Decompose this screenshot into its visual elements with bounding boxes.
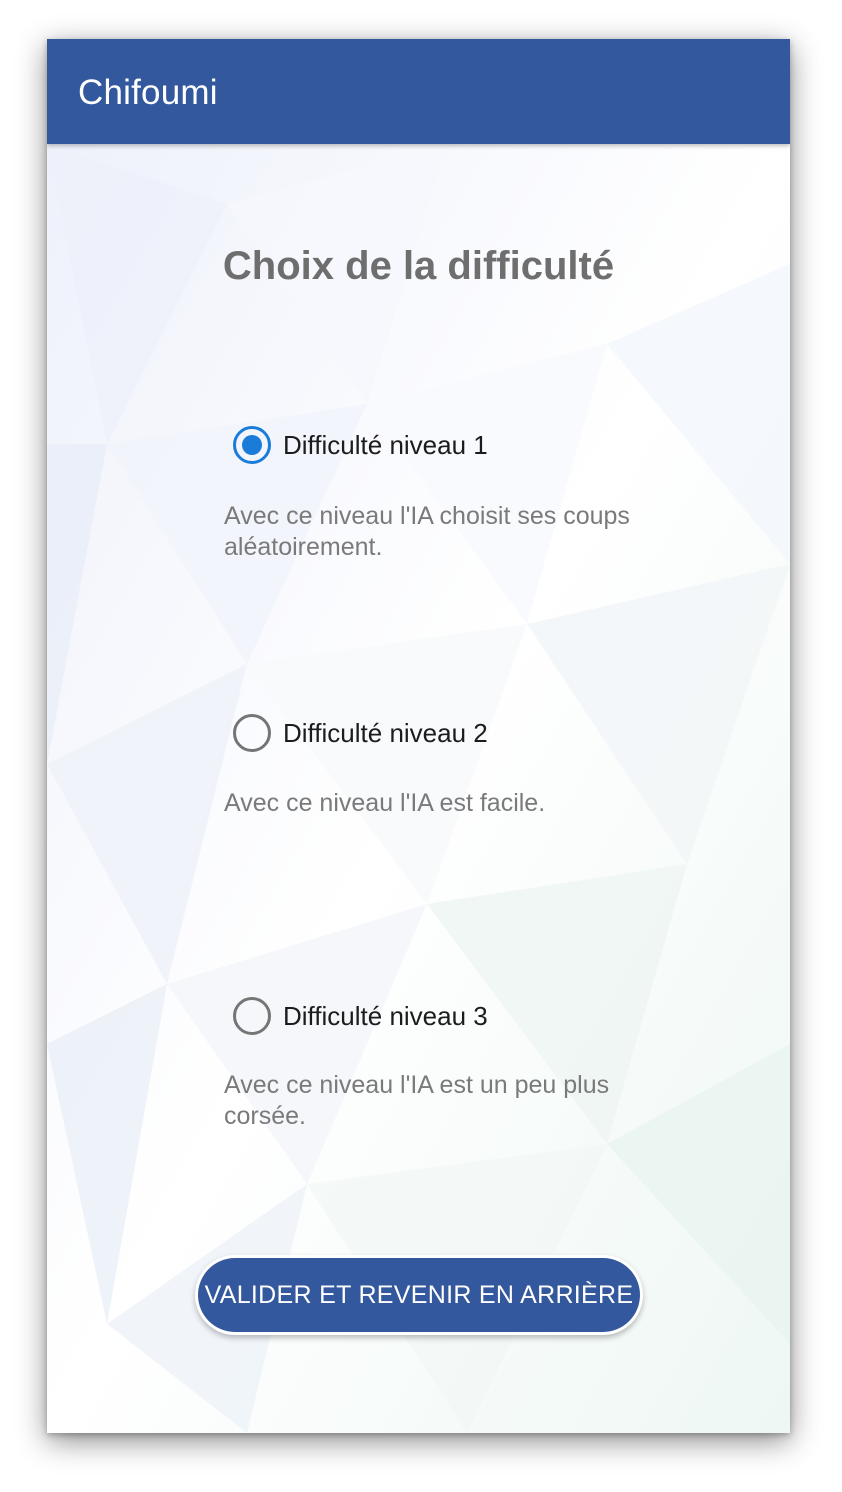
app-bar: Chifoumi	[47, 39, 790, 144]
radio-unchecked-icon[interactable]	[233, 714, 271, 752]
radio-unchecked-icon[interactable]	[233, 997, 271, 1035]
difficulty-option-3[interactable]: Difficulté niveau 3	[233, 997, 488, 1035]
difficulty-option-3-label[interactable]: Difficulté niveau 3	[283, 1001, 488, 1032]
radio-checked-icon[interactable]	[233, 426, 271, 464]
difficulty-option-2-description: Avec ce niveau l'IA est facile.	[224, 789, 546, 817]
validate-and-back-button[interactable]: VALIDER ET REVENIR EN ARRIÈRE	[195, 1255, 643, 1335]
difficulty-option-2[interactable]: Difficulté niveau 2	[233, 714, 488, 752]
difficulty-option-1-label[interactable]: Difficulté niveau 1	[283, 430, 488, 461]
page-title: Choix de la difficulté	[222, 244, 615, 288]
validate-and-back-button-label[interactable]: VALIDER ET REVENIR EN ARRIÈRE	[198, 1258, 640, 1332]
app-screen: Chifoumi Choix de la difficulté Difficul…	[47, 39, 790, 1433]
app-title: Chifoumi	[78, 73, 218, 112]
difficulty-option-1[interactable]: Difficulté niveau 1	[233, 426, 488, 464]
difficulty-option-3-description: Avec ce niveau l'IA est un peu plus cors…	[224, 1071, 610, 1130]
difficulty-option-1-description: Avec ce niveau l'IA choisit ses coups al…	[224, 502, 630, 561]
radio-dot	[242, 435, 262, 455]
difficulty-option-2-label[interactable]: Difficulté niveau 2	[283, 718, 488, 749]
